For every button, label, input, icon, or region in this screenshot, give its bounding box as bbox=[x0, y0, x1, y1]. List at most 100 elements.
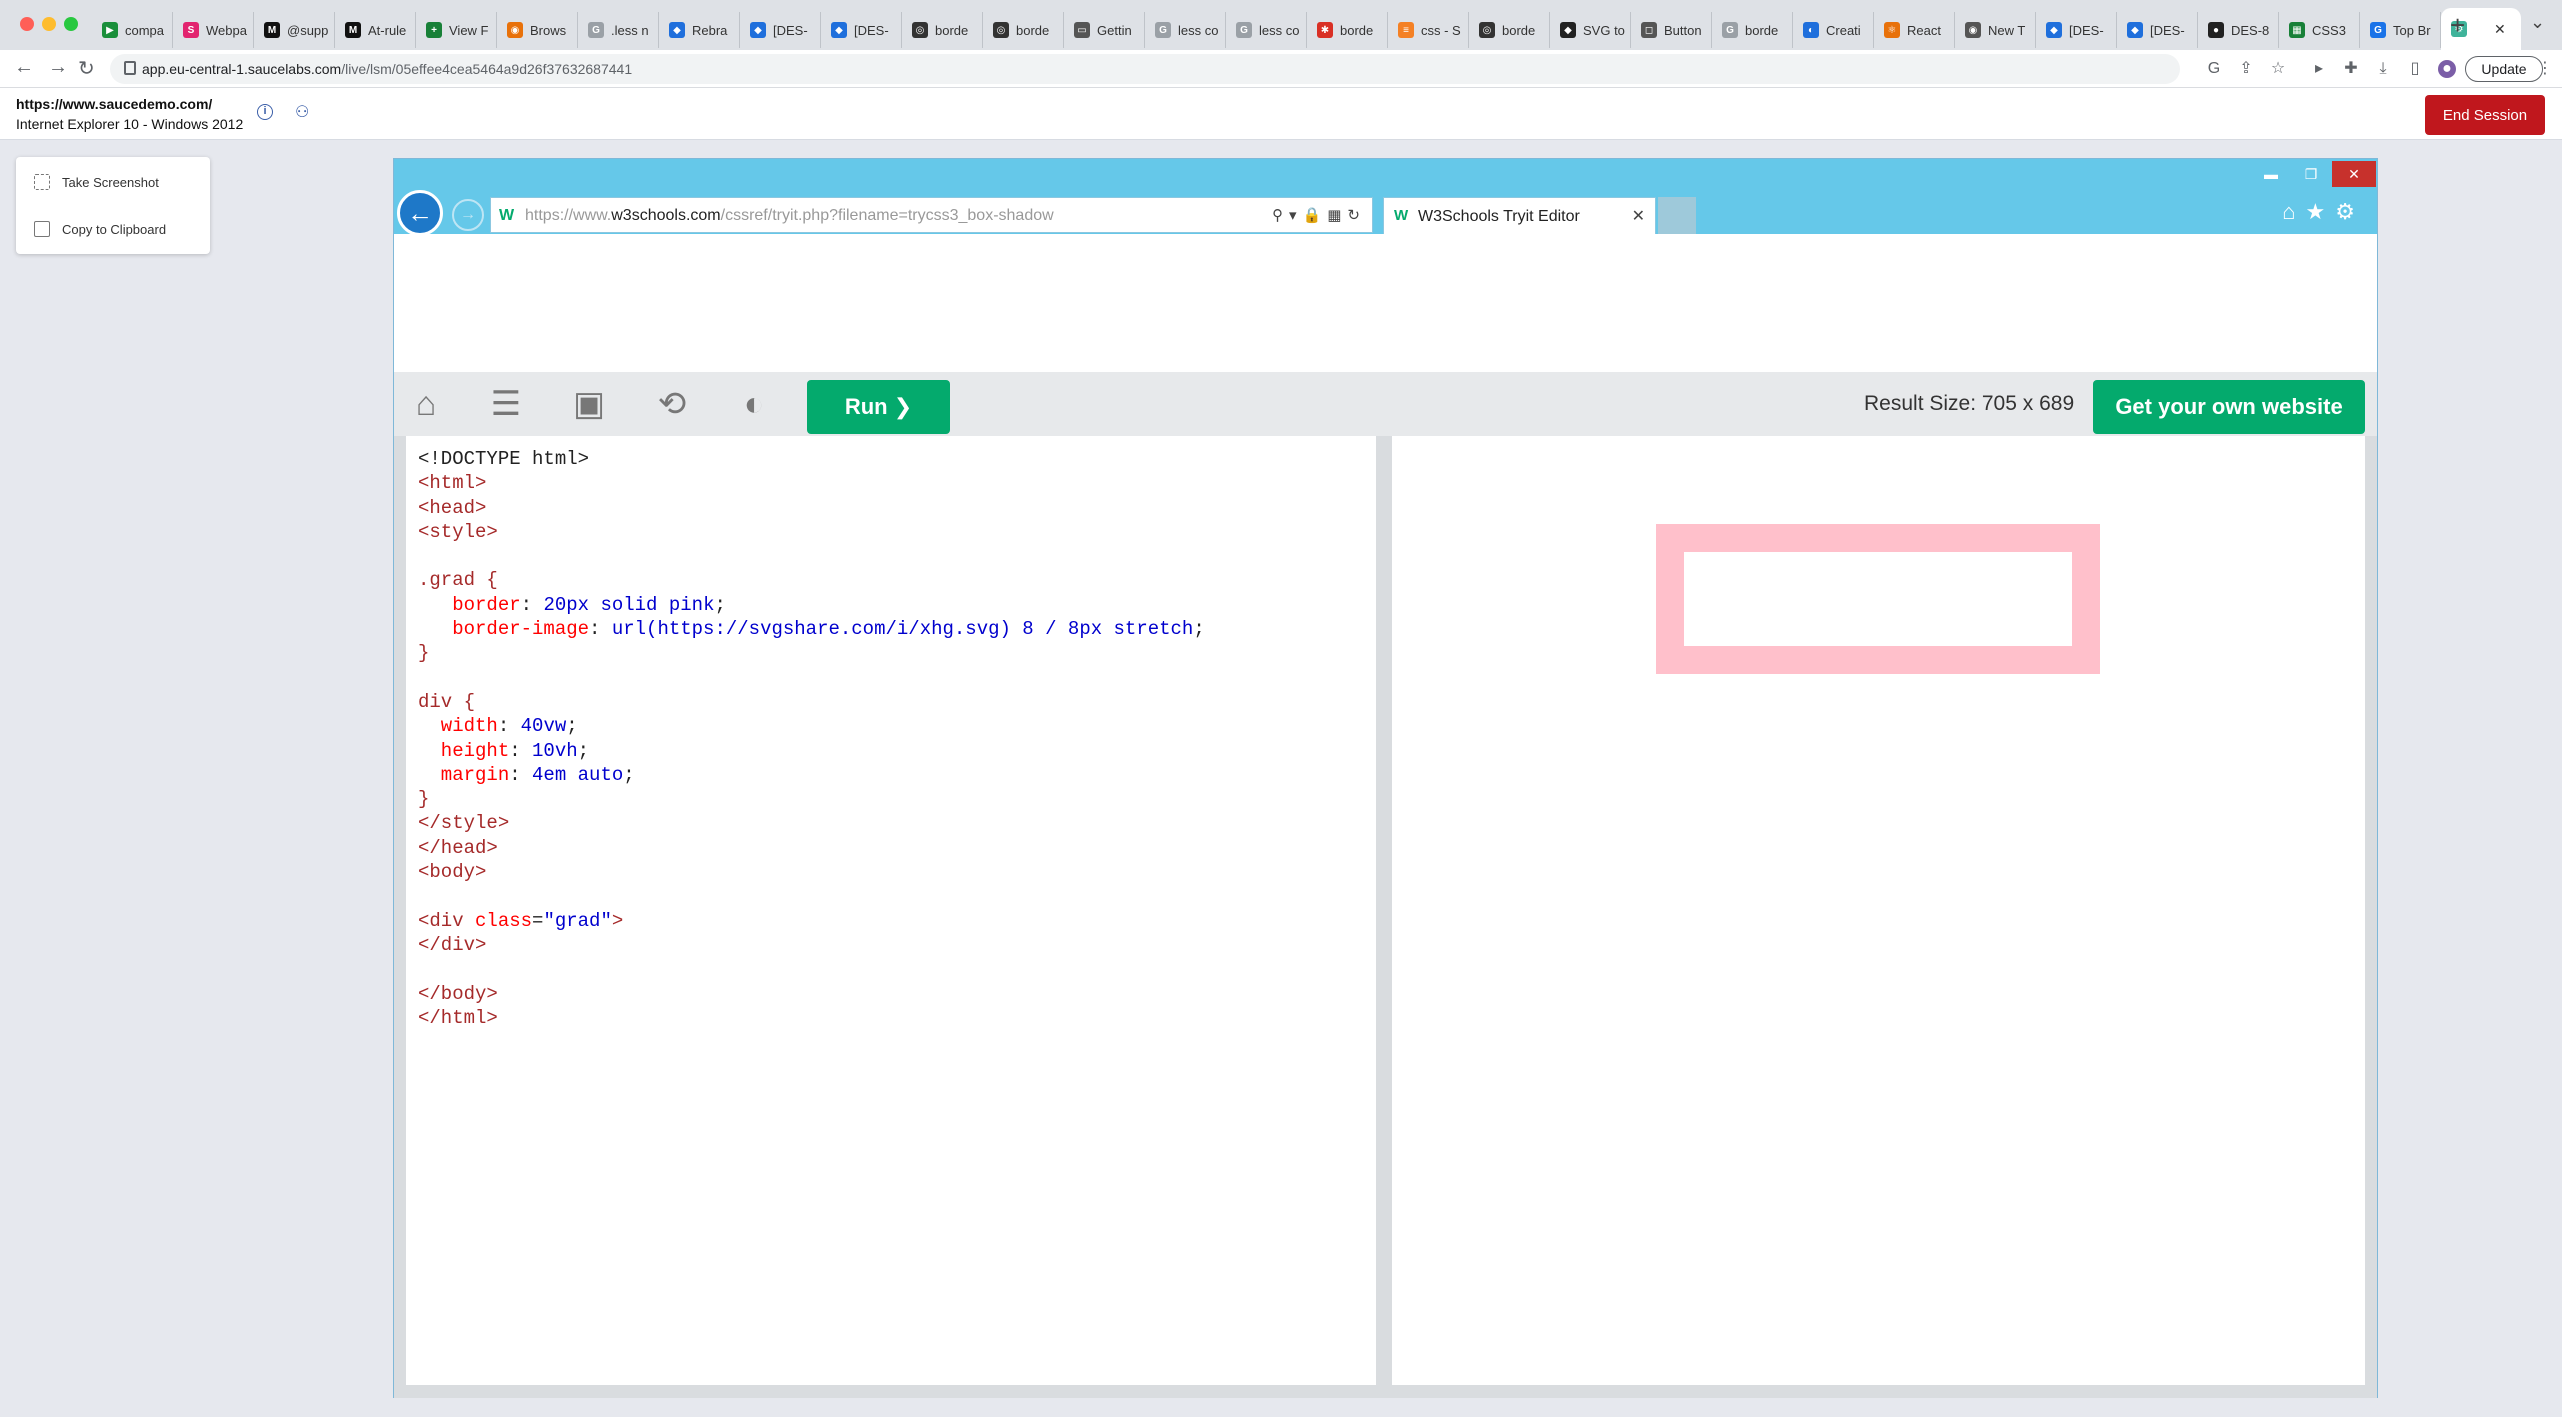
browser-tab[interactable]: ◉ Brows bbox=[497, 12, 578, 48]
forward-arrow-icon[interactable]: → bbox=[48, 56, 68, 79]
browser-tab[interactable]: ● DES-8 bbox=[2198, 12, 2279, 48]
reload-icon[interactable]: ↻ bbox=[78, 56, 95, 81]
browser-tab[interactable]: Gless co bbox=[1145, 12, 1226, 48]
ie-forward-button[interactable]: → bbox=[452, 199, 484, 231]
code-line: width: 40vw; bbox=[418, 714, 1376, 738]
ie-tab-tryit[interactable]: W W3Schools Tryit Editor ✕ bbox=[1383, 197, 1656, 234]
theme-contrast-icon[interactable]: ◐ bbox=[734, 385, 774, 423]
browser-toolbar: ← → ↻ app.eu-central-1.saucelabs.com/liv… bbox=[0, 50, 2562, 88]
tab-favicon-icon: + bbox=[426, 22, 442, 38]
ie-home-favorites-settings-icons[interactable]: ⌂★⚙ bbox=[2282, 199, 2365, 225]
ie-new-tab-button[interactable] bbox=[1658, 197, 1696, 234]
tab-favicon-icon: G bbox=[1722, 22, 1738, 38]
browser-tab[interactable]: ⚛ React bbox=[1874, 12, 1955, 48]
code-line: } bbox=[418, 787, 1376, 811]
tab-favicon-icon: ◆ bbox=[750, 22, 766, 38]
ie-minimize-button[interactable]: ▬ bbox=[2252, 161, 2290, 187]
share-icon[interactable]: ⇪ bbox=[2237, 60, 2255, 78]
tab-label: borde bbox=[1016, 22, 1050, 38]
extension-icon[interactable]: ▸ bbox=[2310, 60, 2328, 78]
code-editor[interactable]: <!DOCTYPE html> <html> <head> <style> .grad … bbox=[406, 436, 1376, 1385]
ie-close-button[interactable]: ✕ bbox=[2332, 161, 2376, 187]
menu-icon[interactable]: ☰ bbox=[486, 385, 526, 423]
tryit-toolbar: ⌂ ☰ ▣ ⟲ ◐ Run ❯ Result Size: 705 x 689 G… bbox=[394, 372, 2377, 436]
browser-tab[interactable]: ◎ borde bbox=[983, 12, 1064, 48]
browser-tab[interactable]: S Webpa bbox=[173, 12, 254, 48]
ie-address-bar[interactable]: W https://www.w3schools.com/cssref/tryit… bbox=[490, 197, 1373, 233]
browser-tab[interactable]: ◆ SVG to bbox=[1550, 12, 1631, 48]
browser-tab[interactable]: ◎ borde bbox=[902, 12, 983, 48]
code-token: div { bbox=[418, 690, 476, 713]
browser-tab[interactable]: ✱ borde bbox=[1307, 12, 1388, 48]
rotate-icon[interactable]: ⟲ bbox=[652, 385, 692, 423]
ie-tab-close-icon[interactable]: ✕ bbox=[1632, 206, 1645, 226]
browser-tab[interactable]: M At-rule bbox=[335, 12, 416, 48]
browser-tab[interactable]: ≡ css - S bbox=[1388, 12, 1469, 48]
home-icon[interactable]: ⌂ bbox=[406, 385, 446, 423]
browser-tab[interactable]: Gless co bbox=[1226, 12, 1307, 48]
code-token: = bbox=[532, 909, 544, 932]
code-line: <style> bbox=[418, 520, 1376, 544]
collaborate-icon[interactable]: ⚇ bbox=[295, 102, 309, 122]
code-line: border: 20px solid pink; bbox=[418, 593, 1376, 617]
close-tab-icon[interactable]: ✕ bbox=[2494, 21, 2506, 38]
browser-tab[interactable]: G Top Br bbox=[2360, 12, 2441, 48]
run-button[interactable]: Run ❯ bbox=[807, 380, 950, 434]
tab-favicon-icon: ◆ bbox=[669, 22, 685, 38]
tab-favicon-icon: ◆ bbox=[2127, 22, 2143, 38]
get-your-own-website-button[interactable]: Get your own website bbox=[2093, 380, 2365, 434]
code-token: <head> bbox=[418, 496, 487, 519]
code-line: border-image: url(https://svgshare.com/i… bbox=[418, 617, 1376, 641]
tab-favicon-icon: ◆ bbox=[831, 22, 847, 38]
browser-tab[interactable]: ◉ New T bbox=[1955, 12, 2036, 48]
sidebar-icon[interactable]: ▯ bbox=[2406, 60, 2424, 78]
take-screenshot-button[interactable]: Take Screenshot bbox=[34, 174, 159, 190]
browser-tab[interactable]: ◆ [DES- bbox=[2117, 12, 2198, 48]
tab-favicon-icon: ◎ bbox=[1479, 22, 1495, 38]
browser-tab[interactable]: M @supp bbox=[254, 12, 335, 48]
browser-tab[interactable]: ◆ [DES- bbox=[2036, 12, 2117, 48]
code-token: </head> bbox=[418, 836, 498, 859]
back-arrow-icon[interactable]: ← bbox=[14, 56, 34, 79]
minimize-window-dot[interactable] bbox=[42, 17, 56, 31]
download-icon[interactable]: ⤓ bbox=[2374, 60, 2392, 78]
bookmark-star-icon[interactable]: ☆ bbox=[2269, 60, 2287, 78]
copy-to-clipboard-button[interactable]: Copy to Clipboard bbox=[34, 221, 166, 237]
update-button[interactable]: Update bbox=[2465, 56, 2543, 82]
browser-tab[interactable]: ◆ [DES- bbox=[740, 12, 821, 48]
browser-tab[interactable]: ◻ Button bbox=[1631, 12, 1712, 48]
end-session-button[interactable]: End Session bbox=[2425, 95, 2545, 135]
sauce-session-header: https://www.saucedemo.com/ Internet Expl… bbox=[0, 88, 2562, 140]
tab-favicon-icon: G bbox=[1236, 22, 1252, 38]
browser-tab[interactable]: + View F bbox=[416, 12, 497, 48]
maximize-window-dot[interactable] bbox=[64, 17, 78, 31]
tab-favicon-icon: ▶ bbox=[102, 22, 118, 38]
browser-tab[interactable]: ▦ CSS3 bbox=[2279, 12, 2360, 48]
puzzle-icon[interactable]: ✚ bbox=[2342, 60, 2360, 78]
tab-label: View F bbox=[449, 22, 489, 38]
code-token: } bbox=[418, 788, 430, 811]
ie-restore-button[interactable]: ❐ bbox=[2292, 161, 2330, 187]
tab-label: css - S bbox=[1421, 22, 1461, 38]
browser-tab[interactable]: G .less n bbox=[578, 12, 659, 48]
browser-tab[interactable]: ◆ Rebra bbox=[659, 12, 740, 48]
browser-tab[interactable]: ◎ borde bbox=[1469, 12, 1550, 48]
ie-address-tools-icon[interactable]: ⚲▾🔒▦↻ bbox=[1272, 206, 1366, 224]
save-icon[interactable]: ▣ bbox=[569, 385, 609, 423]
profile-avatar[interactable]: ● bbox=[2438, 60, 2456, 78]
browser-tab[interactable]: ◐ Creati bbox=[1793, 12, 1874, 48]
code-token: 40vw bbox=[520, 715, 567, 738]
new-tab-plus-icon[interactable]: + bbox=[2450, 10, 2465, 41]
browser-tab[interactable]: ▭ Gettin bbox=[1064, 12, 1145, 48]
tab-search-chevron-icon[interactable]: ⌄ bbox=[2530, 12, 2545, 33]
ie-back-button[interactable]: ← bbox=[397, 190, 443, 236]
browser-tab[interactable]: ◆ [DES- bbox=[821, 12, 902, 48]
browser-tab[interactable]: Gborde bbox=[1712, 12, 1793, 48]
info-icon[interactable]: i bbox=[257, 104, 273, 120]
more-menu-icon[interactable]: ⋮ bbox=[2536, 60, 2554, 78]
close-window-dot[interactable] bbox=[20, 17, 34, 31]
address-bar[interactable]: app.eu-central-1.saucelabs.com/live/lsm/… bbox=[110, 54, 2180, 84]
google-icon[interactable]: G bbox=[2205, 60, 2223, 78]
tab-favicon-icon: ⚛ bbox=[1884, 22, 1900, 38]
browser-tab[interactable]: ▶ compa bbox=[92, 12, 173, 48]
